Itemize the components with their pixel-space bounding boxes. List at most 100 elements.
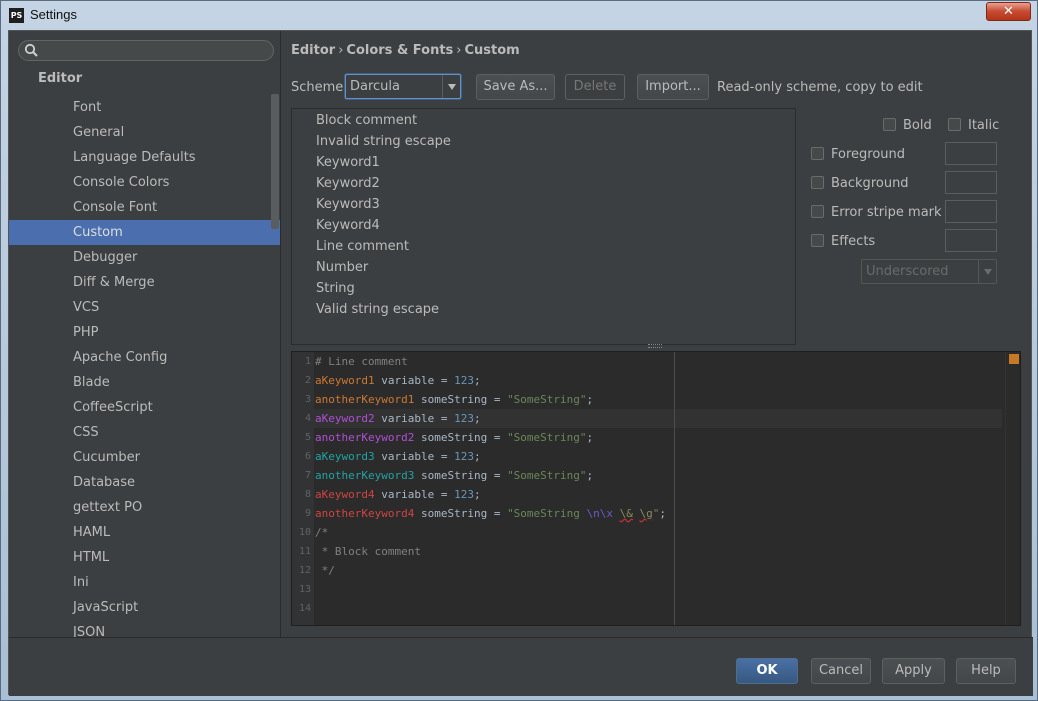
line-number: 5 xyxy=(304,432,311,443)
line-number: 1 xyxy=(304,356,311,367)
tree-item-console-font[interactable]: Console Font xyxy=(9,195,280,220)
list-item[interactable]: Keyword3 xyxy=(292,194,795,215)
list-item[interactable]: Line comment xyxy=(292,236,795,257)
tree-item-diff-merge[interactable]: Diff & Merge xyxy=(9,270,280,295)
code-line: aKeyword3 variable = 123; xyxy=(315,450,481,463)
checkbox-box[interactable] xyxy=(811,176,824,189)
line-number: 6 xyxy=(304,451,311,462)
apply-button[interactable]: Apply xyxy=(882,658,945,684)
tree-item-custom[interactable]: Custom xyxy=(9,220,280,245)
cancel-button[interactable]: Cancel xyxy=(811,658,871,684)
background-checkbox[interactable]: Background xyxy=(811,175,909,197)
tree-item-general[interactable]: General xyxy=(9,120,280,145)
error-stripe-label: Error stripe mark xyxy=(831,205,942,220)
checkbox-box[interactable] xyxy=(811,205,824,218)
settings-tree: Font General Language Defaults Console C… xyxy=(9,95,280,637)
bold-label: Bold xyxy=(903,118,932,133)
tree-item-blade[interactable]: Blade xyxy=(9,370,280,395)
italic-checkbox[interactable]: Italic xyxy=(948,117,999,139)
list-item[interactable]: Block comment xyxy=(292,110,795,131)
line-number: 4 xyxy=(304,413,311,424)
tree-item-apache-config[interactable]: Apache Config xyxy=(9,345,280,370)
search-input[interactable] xyxy=(41,42,269,59)
code-line: anotherKeyword2 someString = "SomeString… xyxy=(315,431,594,444)
tree-item-console-colors[interactable]: Console Colors xyxy=(9,170,280,195)
list-item[interactable]: String xyxy=(292,278,795,299)
breadcrumb-custom: Custom xyxy=(464,43,520,58)
tree-item-haml[interactable]: HAML xyxy=(9,520,280,545)
tree-item-font[interactable]: Font xyxy=(9,95,280,120)
settings-content: Editor › Colors & Fonts › Custom Scheme: Dar… xyxy=(281,31,1033,637)
code-line: anotherKeyword3 someString = "SomeString… xyxy=(315,469,594,482)
tree-item-php[interactable]: PHP xyxy=(9,320,280,345)
breadcrumb-separator: › xyxy=(456,43,462,58)
close-button[interactable]: ✕ xyxy=(986,2,1031,21)
error-stripe-color-swatch[interactable] xyxy=(945,200,997,223)
foreground-color-swatch[interactable] xyxy=(945,142,997,165)
dialog-footer: OK Cancel Apply Help xyxy=(9,637,1033,696)
code-line: /* xyxy=(315,526,329,539)
tree-item-css[interactable]: CSS xyxy=(9,420,280,445)
list-item[interactable]: Invalid string escape xyxy=(292,131,795,152)
breadcrumb-editor: Editor xyxy=(291,43,336,58)
checkbox-box[interactable] xyxy=(883,118,896,131)
color-elements-list: Block comment Invalid string escape Keyw… xyxy=(291,108,796,345)
dropdown-arrow-icon xyxy=(442,75,460,98)
checkbox-box[interactable] xyxy=(948,118,961,131)
tree-item-vcs[interactable]: VCS xyxy=(9,295,280,320)
tree-item-javascript[interactable]: JavaScript xyxy=(9,595,280,620)
search-box[interactable] xyxy=(18,40,274,61)
dialog-body: Editor Font General Language Defaults Co… xyxy=(8,30,1033,696)
tree-item-debugger[interactable]: Debugger xyxy=(9,245,280,270)
list-item[interactable]: Keyword2 xyxy=(292,173,795,194)
breadcrumb-separator: › xyxy=(338,43,344,58)
settings-sidebar: Editor Font General Language Defaults Co… xyxy=(9,31,281,637)
editor-error-stripe-bar[interactable] xyxy=(1005,352,1020,625)
delete-button[interactable]: Delete xyxy=(565,74,625,100)
tree-item-ini[interactable]: Ini xyxy=(9,570,280,595)
error-stripe-checkbox[interactable]: Error stripe mark xyxy=(811,204,942,226)
tree-item-language-defaults[interactable]: Language Defaults xyxy=(9,145,280,170)
line-number: 12 xyxy=(298,565,311,576)
effect-type-dropdown[interactable]: Underscored xyxy=(861,259,997,284)
save-as-button[interactable]: Save As... xyxy=(476,74,555,100)
foreground-checkbox[interactable]: Foreground xyxy=(811,146,905,168)
background-color-swatch[interactable] xyxy=(945,171,997,194)
title-bar[interactable]: PS Settings ✕ xyxy=(1,1,1037,30)
splitter-handle[interactable] xyxy=(648,344,662,348)
line-number: 10 xyxy=(298,527,311,538)
tree-item-json[interactable]: JSON xyxy=(9,620,280,637)
sidebar-scrollbar[interactable] xyxy=(271,94,279,229)
preview-editor[interactable]: 1 2 3 4 5 6 7 8 9 10 11 12 13 14 # Line … xyxy=(291,351,1021,626)
help-button[interactable]: Help xyxy=(956,658,1016,684)
list-item[interactable]: Keyword4 xyxy=(292,215,795,236)
checkbox-box[interactable] xyxy=(811,234,824,247)
scheme-dropdown[interactable]: Darcula xyxy=(345,74,461,99)
scheme-label: Scheme: xyxy=(291,80,348,95)
line-number: 2 xyxy=(304,375,311,386)
tree-item-cucumber[interactable]: Cucumber xyxy=(9,445,280,470)
tree-root-editor[interactable]: Editor xyxy=(38,71,82,86)
code-line: # Line comment xyxy=(315,355,408,368)
import-button[interactable]: Import... xyxy=(637,74,709,100)
warning-stripe-icon[interactable] xyxy=(1009,354,1019,364)
checkbox-box[interactable] xyxy=(811,147,824,160)
code-line: anotherKeyword1 someString = "SomeString… xyxy=(315,393,594,406)
tree-item-html[interactable]: HTML xyxy=(9,545,280,570)
tree-item-coffeescript[interactable]: CoffeeScript xyxy=(9,395,280,420)
effects-checkbox[interactable]: Effects xyxy=(811,233,875,255)
foreground-label: Foreground xyxy=(831,147,906,162)
settings-window: PS Settings ✕ Editor Font General Langua… xyxy=(0,0,1038,701)
dropdown-arrow-icon xyxy=(978,260,996,283)
tree-item-gettext-po[interactable]: gettext PO xyxy=(9,495,280,520)
effects-color-swatch[interactable] xyxy=(945,229,997,252)
code-line: anotherKeyword4 someString = "SomeString… xyxy=(315,507,667,520)
code-line: aKeyword1 variable = 123; xyxy=(315,374,481,387)
effects-label: Effects xyxy=(831,234,876,249)
ok-button[interactable]: OK xyxy=(736,658,798,684)
tree-item-database[interactable]: Database xyxy=(9,470,280,495)
list-item[interactable]: Number xyxy=(292,257,795,278)
list-item[interactable]: Keyword1 xyxy=(292,152,795,173)
list-item[interactable]: Valid string escape xyxy=(292,299,795,320)
bold-checkbox[interactable]: Bold xyxy=(883,117,932,139)
